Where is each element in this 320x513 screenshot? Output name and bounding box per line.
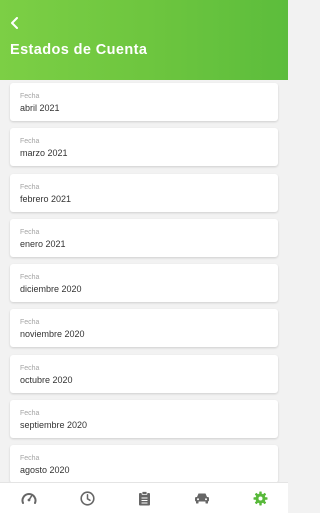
date-value: abril 2021 [20,103,60,113]
statement-item[interactable]: Fecha diciembre 2020 [10,264,278,302]
page-title: Estados de Cuenta [10,42,148,58]
date-value: marzo 2021 [20,148,68,158]
bottom-tab-bar [0,482,288,513]
clock-icon [79,490,95,506]
date-label: Fecha [20,138,40,145]
tab-statements[interactable] [135,489,153,507]
statement-item[interactable]: Fecha noviembre 2020 [10,309,278,347]
car-icon [195,493,209,504]
date-value: septiembre 2020 [20,420,88,430]
chevron-left-icon [11,17,18,29]
statement-item[interactable]: Fecha octubre 2020 [10,355,278,393]
statement-item[interactable]: Fecha febrero 2021 [10,174,278,212]
date-value: diciembre 2020 [20,284,82,294]
tab-vehicles[interactable] [193,489,211,507]
statement-list[interactable]: Fecha abril 2021 Fecha marzo 2021 Fecha … [0,80,288,482]
date-label: Fecha [20,93,40,100]
date-label: Fecha [20,184,40,191]
gauge-icon [21,493,37,504]
date-label: Fecha [20,319,40,326]
date-label: Fecha [20,410,40,417]
date-label: Fecha [20,229,40,236]
clipboard-icon [138,490,150,505]
tab-settings[interactable] [251,489,269,507]
statement-item[interactable]: Fecha septiembre 2020 [10,400,278,438]
statement-item[interactable]: Fecha marzo 2021 [10,128,278,166]
tab-dashboard[interactable] [20,489,38,507]
header-bar: Estados de Cuenta [0,0,288,80]
date-label: Fecha [20,274,40,281]
back-button[interactable] [6,14,24,32]
statement-item[interactable]: Fecha abril 2021 [10,83,278,121]
date-value: octubre 2020 [20,375,73,385]
date-label: Fecha [20,365,40,372]
date-value: febrero 2021 [20,194,72,204]
tab-history[interactable] [78,489,96,507]
gear-icon [253,491,267,505]
date-value: agosto 2020 [20,465,70,475]
date-value: noviembre 2020 [20,329,85,339]
statement-item[interactable]: Fecha enero 2021 [10,219,278,257]
date-value: enero 2021 [20,239,66,249]
date-label: Fecha [20,455,40,462]
statement-item[interactable]: Fecha agosto 2020 [10,445,278,482]
